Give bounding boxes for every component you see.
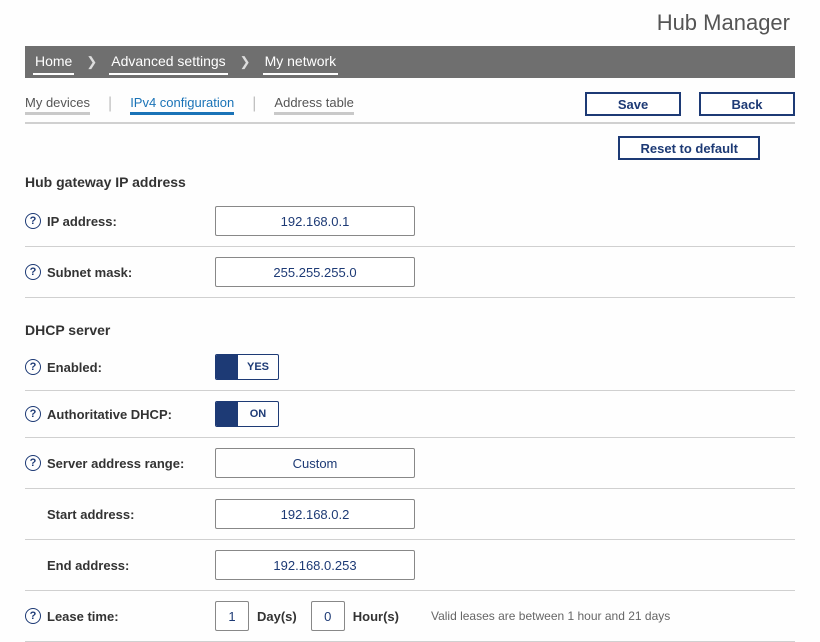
- tab-my-devices[interactable]: My devices: [25, 93, 90, 115]
- toggle-label: YES: [238, 355, 278, 379]
- lease-time-label: Lease time:: [47, 609, 119, 624]
- subnet-mask-input[interactable]: [215, 257, 415, 287]
- breadcrumb: Home ❯ Advanced settings ❯ My network: [25, 46, 795, 78]
- subnet-mask-label: Subnet mask:: [47, 265, 132, 280]
- section-title-gateway: Hub gateway IP address: [25, 168, 795, 196]
- toggle-handle: [216, 355, 238, 379]
- row-server-address-range: ? Server address range: Custom: [25, 438, 795, 489]
- breadcrumb-my-network[interactable]: My network: [263, 49, 339, 75]
- help-icon[interactable]: ?: [25, 213, 41, 229]
- divider: |: [252, 95, 256, 113]
- help-icon[interactable]: ?: [25, 406, 41, 422]
- divider: |: [108, 95, 112, 113]
- breadcrumb-advanced-settings[interactable]: Advanced settings: [109, 49, 227, 75]
- start-address-input[interactable]: [215, 499, 415, 529]
- end-address-label: End address:: [47, 558, 129, 573]
- chevron-right-icon: ❯: [240, 54, 251, 70]
- row-end-address: End address:: [25, 540, 795, 591]
- chevron-right-icon: ❯: [86, 54, 97, 70]
- enabled-toggle[interactable]: YES: [215, 354, 279, 380]
- page-title: Hub Manager: [0, 0, 820, 46]
- help-icon[interactable]: ?: [25, 455, 41, 471]
- end-address-input[interactable]: [215, 550, 415, 580]
- breadcrumb-home[interactable]: Home: [33, 49, 74, 75]
- lease-hours-unit: Hour(s): [353, 609, 399, 624]
- authoritative-dhcp-toggle[interactable]: ON: [215, 401, 279, 427]
- server-address-range-label: Server address range:: [47, 456, 184, 471]
- tab-address-table[interactable]: Address table: [274, 93, 354, 115]
- authoritative-dhcp-label: Authoritative DHCP:: [47, 407, 172, 422]
- lease-days-input[interactable]: [215, 601, 249, 631]
- save-button[interactable]: Save: [585, 92, 681, 116]
- subtab-bar: My devices | IPv4 configuration | Addres…: [25, 92, 795, 124]
- row-ip-address: ? IP address:: [25, 196, 795, 247]
- back-button[interactable]: Back: [699, 92, 795, 116]
- row-start-address: Start address:: [25, 489, 795, 540]
- help-icon[interactable]: ?: [25, 264, 41, 280]
- reset-to-default-button[interactable]: Reset to default: [618, 136, 760, 160]
- row-authoritative-dhcp: ? Authoritative DHCP: ON: [25, 391, 795, 438]
- lease-days-unit: Day(s): [257, 609, 297, 624]
- toggle-handle: [216, 402, 238, 426]
- toggle-label: ON: [238, 402, 278, 426]
- enabled-label: Enabled:: [47, 360, 102, 375]
- lease-hint: Valid leases are between 1 hour and 21 d…: [431, 609, 670, 623]
- start-address-label: Start address:: [47, 507, 134, 522]
- row-lease-time: ? Lease time: Day(s) Hour(s) Valid lease…: [25, 591, 795, 642]
- ip-address-label: IP address:: [47, 214, 117, 229]
- tab-ipv4-configuration[interactable]: IPv4 configuration: [130, 93, 234, 115]
- server-address-range-select[interactable]: Custom: [215, 448, 415, 478]
- section-title-dhcp: DHCP server: [25, 316, 795, 344]
- ip-address-input[interactable]: [215, 206, 415, 236]
- help-icon[interactable]: ?: [25, 608, 41, 624]
- row-subnet-mask: ? Subnet mask:: [25, 247, 795, 298]
- row-enabled: ? Enabled: YES: [25, 344, 795, 391]
- help-icon[interactable]: ?: [25, 359, 41, 375]
- lease-hours-input[interactable]: [311, 601, 345, 631]
